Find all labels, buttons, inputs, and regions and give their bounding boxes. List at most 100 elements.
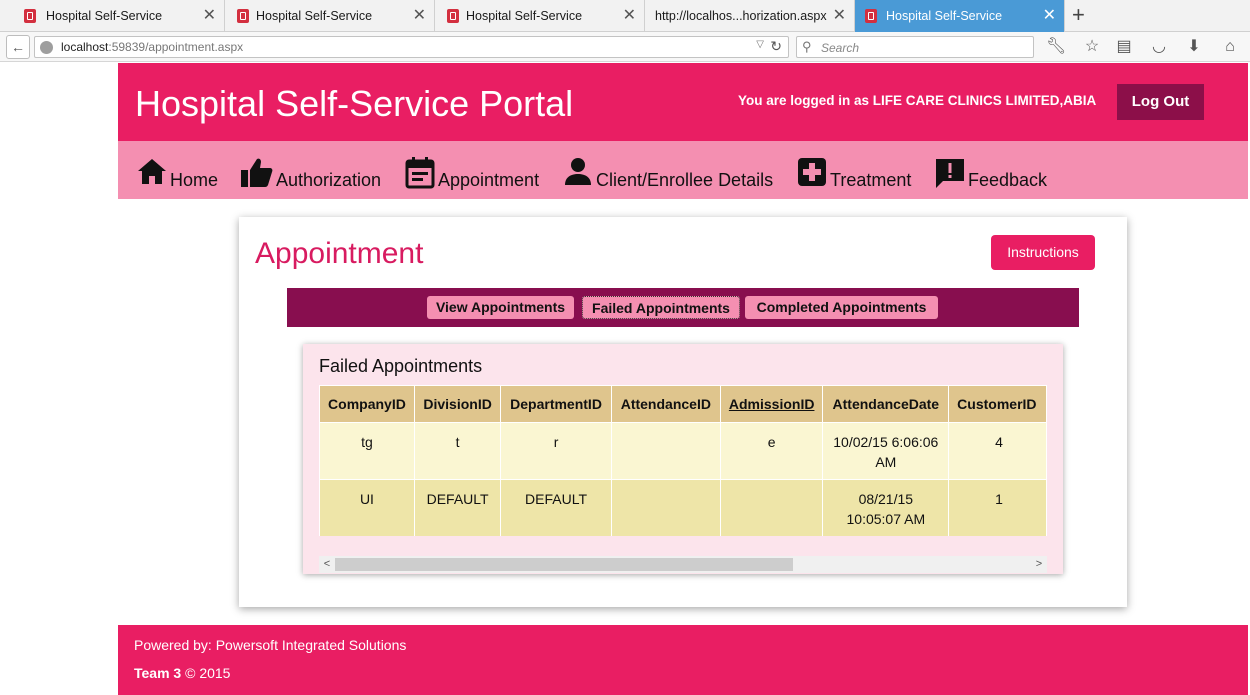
close-icon[interactable]: ✕ [203, 6, 216, 26]
appointments-table: CompanyID DivisionID DepartmentID Attend… [319, 385, 1047, 536]
home-icon [138, 159, 166, 184]
new-tab-button[interactable]: + [1072, 4, 1085, 26]
column-header: DivisionID [413, 385, 502, 423]
close-icon[interactable]: ✕ [413, 6, 426, 26]
nav-item-label: Client/Enrollee Details [596, 170, 774, 190]
search-placeholder: Search [821, 41, 860, 55]
column-header: CompanyID [319, 385, 415, 423]
browser-tab-active[interactable]: Hospital Self-Service ✕ [855, 0, 1065, 32]
table-cell: r [500, 422, 612, 480]
main-nav: Home Authorization Appointment Client/En… [118, 141, 1248, 199]
feedback-icon [936, 159, 964, 188]
site-header: Hospital Self-Service Portal You are log… [118, 63, 1248, 141]
bookmark-star-icon[interactable]: ☆ [1082, 37, 1102, 57]
globe-icon [40, 41, 53, 54]
nav-item-label: Authorization [276, 170, 382, 190]
column-header-sort-link[interactable]: AdmissionID [719, 385, 824, 423]
scroll-left-arrow-icon[interactable]: < [319, 556, 335, 573]
table-cell: 1 [948, 479, 1047, 536]
close-icon[interactable]: ✕ [623, 6, 636, 26]
table-cell [610, 479, 721, 536]
medical-cross-icon [798, 158, 826, 186]
logged-in-text: You are logged in as LIFE CARE CLINICS L… [738, 93, 1097, 108]
nav-item-label: Home [170, 170, 219, 190]
nav-item-appointment[interactable]: Appointment [405, 155, 545, 191]
site-footer: Powered by: Powersoft Integrated Solutio… [118, 625, 1248, 695]
table-cell: 08/21/15 10:05:07 AM [822, 479, 950, 536]
browser-tab-title: Hospital Self-Service [886, 9, 1003, 23]
nav-item-label: Appointment [438, 170, 540, 190]
appointment-card: Appointment Instructions View Appointmen… [239, 217, 1127, 607]
table-cell: t [413, 422, 502, 480]
table-cell: 4 [948, 422, 1047, 480]
close-icon[interactable]: ✕ [1043, 6, 1056, 26]
close-icon[interactable]: ✕ [833, 6, 846, 26]
browser-toolbar: ← localhost:59839/appointment.aspx ▽ ↻ ⚲… [0, 32, 1250, 62]
column-header: DepartmentID [500, 385, 612, 423]
tab-failed-appointments[interactable]: Failed Appointments [582, 296, 740, 319]
nav-item-home[interactable]: Home [137, 155, 223, 191]
table-cell: 10/02/15 6:06:06 AM [822, 422, 950, 480]
browser-tab-title: Hospital Self-Service [466, 9, 583, 23]
thumbs-up-icon [241, 158, 273, 187]
copyright-text: Team 3 © 2015 [134, 665, 231, 681]
instructions-button[interactable]: Instructions [991, 235, 1095, 270]
table-cell [719, 479, 824, 536]
page-title: Appointment [255, 237, 424, 270]
scrollbar-thumb[interactable] [335, 558, 793, 571]
panel-title: Failed Appointments [319, 356, 483, 376]
logout-button[interactable]: Log Out [1117, 84, 1204, 120]
back-arrow-icon[interactable]: ← [6, 35, 30, 59]
hospital-favicon-icon [24, 9, 36, 23]
hospital-favicon-icon [447, 9, 459, 23]
table-header-row: CompanyID DivisionID DepartmentID Attend… [319, 385, 1047, 423]
person-icon [565, 158, 591, 185]
tab-completed-appointments[interactable]: Completed Appointments [745, 296, 938, 319]
wrench-icon[interactable]: 🔧︎ [1046, 37, 1066, 57]
browser-tab-bar: Hospital Self-Service ✕ Hospital Self-Se… [0, 0, 1250, 32]
address-bar[interactable]: localhost:59839/appointment.aspx ▽ ↻ [34, 36, 789, 58]
dropdown-arrow-icon[interactable]: ▽ [756, 39, 764, 50]
reading-list-icon[interactable]: ▤ [1114, 37, 1134, 57]
table-cell: UI [319, 479, 415, 536]
hospital-favicon-icon [237, 9, 249, 23]
table-row: UI DEFAULT DEFAULT 08/21/15 10:05:07 AM … [319, 479, 1047, 536]
nav-item-treatment[interactable]: Treatment [797, 155, 917, 191]
home-icon[interactable]: ⌂ [1220, 37, 1240, 57]
table-cell: tg [319, 422, 415, 480]
browser-tab[interactable]: http://localhos...horization.aspx ✕ [645, 0, 855, 32]
url-text: localhost:59839/appointment.aspx [61, 40, 244, 54]
browser-tab-title: http://localhos...horization.aspx [655, 9, 827, 23]
nav-item-feedback[interactable]: Feedback [934, 155, 1054, 191]
browser-tab[interactable]: Hospital Self-Service ✕ [0, 0, 225, 32]
download-icon[interactable]: ⬇ [1184, 37, 1204, 57]
appointment-tabs: View Appointments Failed Appointments Co… [287, 288, 1079, 327]
nav-item-client-enrollee-details[interactable]: Client/Enrollee Details [564, 155, 779, 191]
failed-appointments-panel: Failed Appointments CompanyID DivisionID… [303, 344, 1063, 574]
table-cell: DEFAULT [500, 479, 612, 536]
search-input[interactable]: ⚲ Search [796, 36, 1034, 58]
table-cell: e [719, 422, 824, 480]
browser-tab[interactable]: Hospital Self-Service ✕ [435, 0, 645, 32]
grid-viewport: CompanyID DivisionID DepartmentID Attend… [319, 385, 1047, 536]
browser-tab-title: Hospital Self-Service [46, 9, 163, 23]
pocket-icon[interactable]: ◡ [1149, 37, 1169, 57]
table-cell [610, 422, 721, 480]
reload-icon[interactable]: ↻ [770, 38, 782, 55]
hospital-favicon-icon [865, 9, 877, 23]
column-header: AttendanceID [610, 385, 721, 423]
search-icon: ⚲ [802, 39, 812, 54]
site-title: Hospital Self-Service Portal [135, 83, 574, 124]
column-header: AttendanceDate [822, 385, 950, 423]
table-cell: DEFAULT [413, 479, 502, 536]
nav-item-label: Treatment [830, 170, 912, 190]
tab-view-appointments[interactable]: View Appointments [427, 296, 574, 319]
nav-item-authorization[interactable]: Authorization [240, 155, 385, 191]
browser-tab-title: Hospital Self-Service [256, 9, 373, 23]
horizontal-scrollbar[interactable]: < > [319, 556, 1047, 573]
browser-tab[interactable]: Hospital Self-Service ✕ [225, 0, 435, 32]
powered-by-text: Powered by: Powersoft Integrated Solutio… [134, 637, 407, 653]
table-row: tg t r e 10/02/15 6:06:06 AM 4 [319, 422, 1047, 480]
scroll-right-arrow-icon[interactable]: > [1031, 556, 1047, 573]
calendar-icon [405, 157, 435, 189]
